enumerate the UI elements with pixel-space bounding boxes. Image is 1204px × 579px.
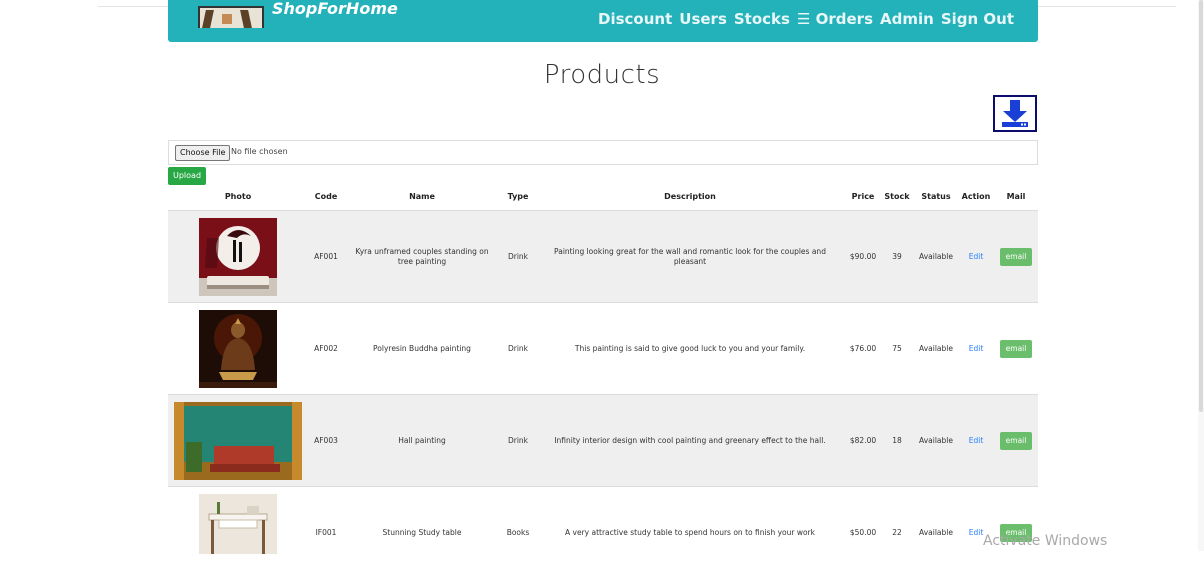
cell-stock: 39 [892, 252, 902, 261]
cell-description: Infinity interior design with cool paint… [554, 436, 826, 445]
email-button[interactable]: email [1000, 248, 1032, 266]
nav-link-admin[interactable]: Admin [880, 10, 934, 28]
cell-description: A very attractive study table to spend h… [565, 528, 815, 537]
table-row: IF001 Stunning Study table Books A very … [168, 486, 1038, 578]
table-row: AF001 Kyra unframed couples standing on … [168, 210, 1038, 302]
mail-cell: email [1000, 395, 1032, 487]
nav-link-sign-out[interactable]: Sign Out [941, 10, 1014, 28]
header-stock: Stock [884, 192, 910, 201]
cell-status: Available [919, 528, 953, 537]
cell-price: $90.00 [849, 252, 877, 261]
file-status-text: No file chosen [231, 147, 288, 156]
cell-code: AF001 [314, 252, 338, 261]
cell-price: $76.00 [849, 344, 877, 353]
product-photo-buddha-painting [199, 310, 277, 388]
activate-windows-watermark: Activate Windows [983, 533, 1108, 549]
cell-name: Kyra unframed couples standing on tree p… [355, 247, 489, 266]
nav-link-discount[interactable]: Discount [598, 10, 672, 28]
header-price: Price [851, 192, 875, 201]
nav-links: Discount Users Stocks ☰ Orders Admin Sig… [598, 10, 1014, 28]
cell-status: Available [919, 252, 953, 261]
header-mail: Mail [1006, 192, 1026, 201]
cell-price: $50.00 [849, 528, 877, 537]
header-type: Type [507, 192, 529, 201]
choose-file-button[interactable]: Choose File [175, 145, 231, 161]
cell-type: Drink [507, 252, 529, 261]
product-photo-study-table [199, 494, 277, 554]
cell-stock: 18 [892, 436, 902, 445]
header-status: Status [921, 192, 951, 201]
cell-name: Hall painting [398, 436, 446, 445]
download-icon[interactable] [993, 95, 1037, 132]
edit-link[interactable]: Edit [958, 395, 994, 487]
file-input-box: Choose File No file chosen [168, 140, 1038, 165]
header-name: Name [409, 192, 435, 201]
table-row: AF003 Hall painting Drink Infinity inter… [168, 394, 1038, 486]
cell-name: Stunning Study table [382, 528, 462, 537]
cell-type: Books [506, 528, 530, 537]
cell-code: AF002 [314, 344, 338, 353]
mail-cell: email [1000, 211, 1032, 303]
mail-cell: email [1000, 303, 1032, 395]
scrollbar-thumb[interactable] [1199, 0, 1203, 412]
cell-type: Drink [507, 436, 529, 445]
email-button[interactable]: email [1000, 340, 1032, 358]
navbar: ShopForHome Discount Users Stocks ☰ Orde… [168, 0, 1038, 42]
cell-status: Available [919, 436, 953, 445]
upload-button[interactable]: Upload [168, 167, 206, 185]
cell-name: Polyresin Buddha painting [373, 344, 471, 353]
vertical-scrollbar[interactable] [1198, 0, 1204, 551]
cell-price: $82.00 [849, 436, 877, 445]
header-action: Action [961, 192, 991, 201]
cell-stock: 22 [892, 528, 902, 537]
header-photo: Photo [224, 192, 252, 201]
page-title: Products [543, 60, 661, 90]
brand-logo[interactable] [188, 0, 268, 28]
nav-link-users[interactable]: Users [679, 10, 727, 28]
email-button[interactable]: email [1000, 432, 1032, 450]
nav-link-orders[interactable]: ☰ Orders [797, 10, 873, 28]
cell-description: This painting is said to give good luck … [574, 344, 806, 353]
header-code: Code [314, 192, 338, 201]
cell-status: Available [919, 344, 953, 353]
header-description: Description [664, 192, 716, 201]
edit-link[interactable]: Edit [958, 303, 994, 395]
product-photo-hall-painting [174, 402, 302, 480]
product-photo-couple-painting [199, 218, 277, 296]
cell-code: AF003 [314, 436, 338, 445]
cell-description: Painting looking great for the wall and … [554, 247, 826, 266]
table-row: AF002 Polyresin Buddha painting Drink Th… [168, 302, 1038, 394]
cell-code: IF001 [315, 528, 337, 537]
edit-link[interactable]: Edit [958, 211, 994, 303]
nav-link-stocks[interactable]: Stocks [734, 10, 790, 28]
cell-stock: 75 [892, 344, 902, 353]
cell-type: Drink [507, 344, 529, 353]
brand-name[interactable]: ShopForHome [272, 0, 398, 18]
